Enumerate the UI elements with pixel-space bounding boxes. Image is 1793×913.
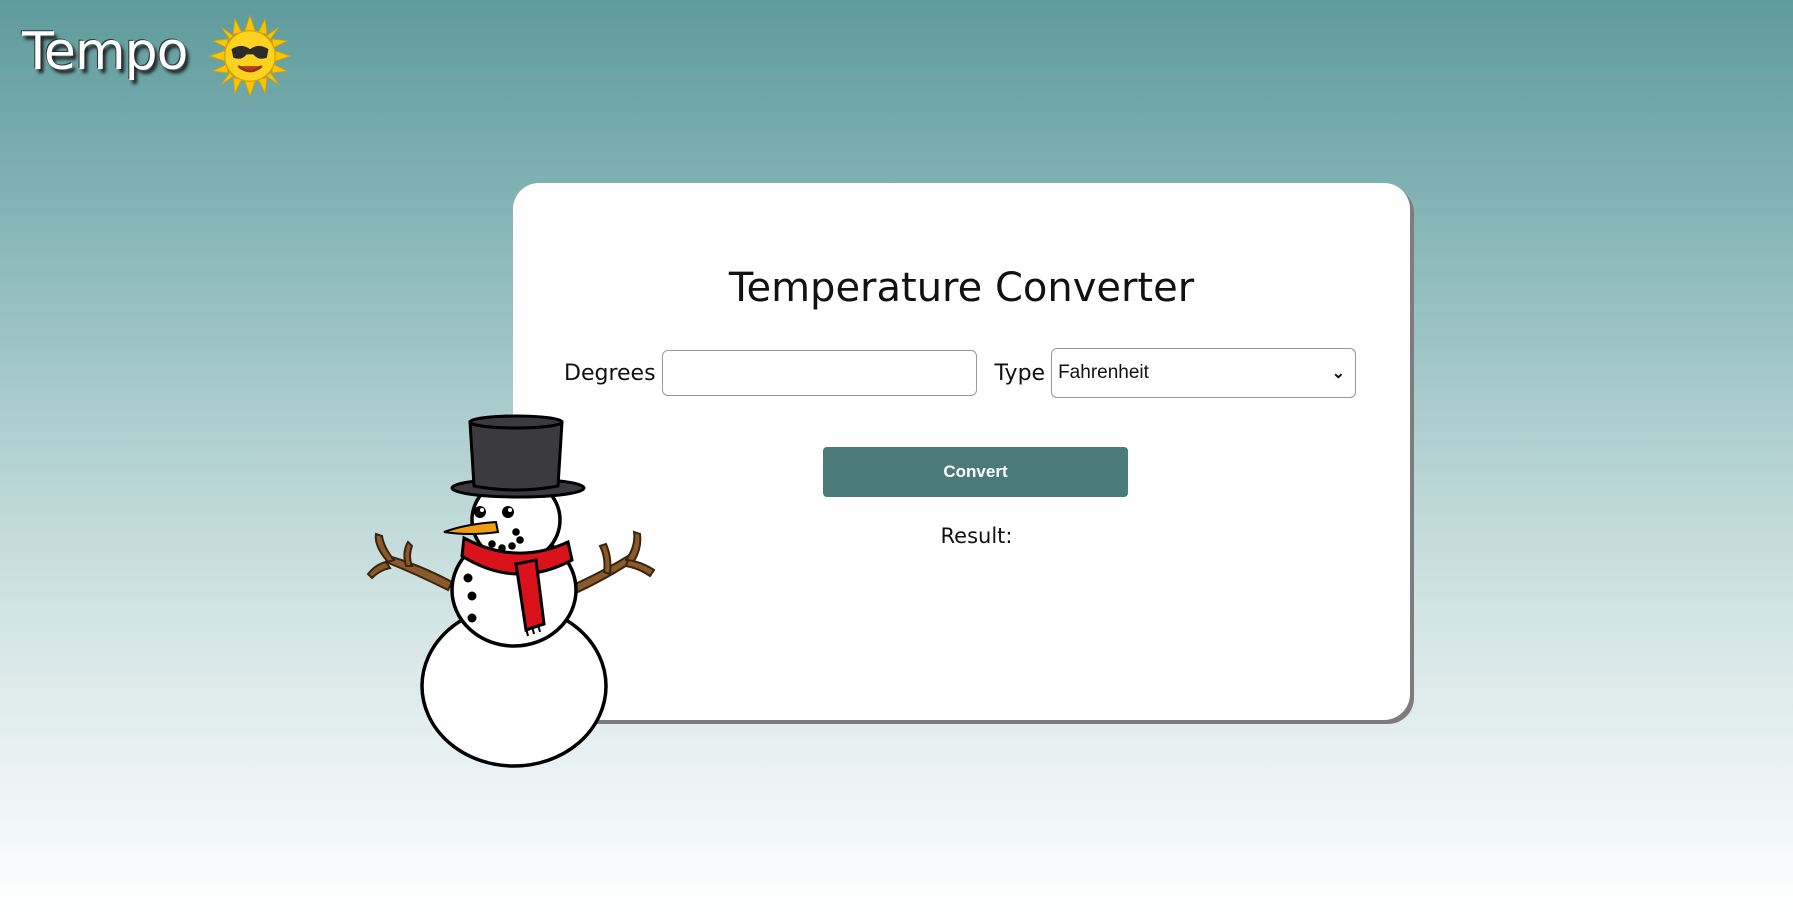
type-select[interactable]: Fahrenheit ⌄ bbox=[1051, 348, 1357, 398]
type-select-value: Fahrenheit bbox=[1058, 362, 1149, 383]
snowman-icon bbox=[366, 414, 656, 768]
app-logo[interactable]: Tempo bbox=[22, 14, 292, 104]
converter-form-row: Degrees Type Fahrenheit ⌄ bbox=[564, 348, 1357, 398]
sun-with-sunglasses-icon bbox=[208, 14, 292, 98]
type-label: Type bbox=[994, 360, 1046, 386]
result-label: Result: bbox=[940, 524, 1013, 548]
degrees-input[interactable] bbox=[661, 350, 977, 396]
page-title: Temperature Converter bbox=[728, 265, 1195, 311]
logo-text: Tempo bbox=[22, 22, 188, 82]
degrees-label: Degrees bbox=[564, 360, 656, 386]
convert-button[interactable]: Convert bbox=[823, 447, 1128, 497]
chevron-down-icon: ⌄ bbox=[1331, 365, 1346, 382]
